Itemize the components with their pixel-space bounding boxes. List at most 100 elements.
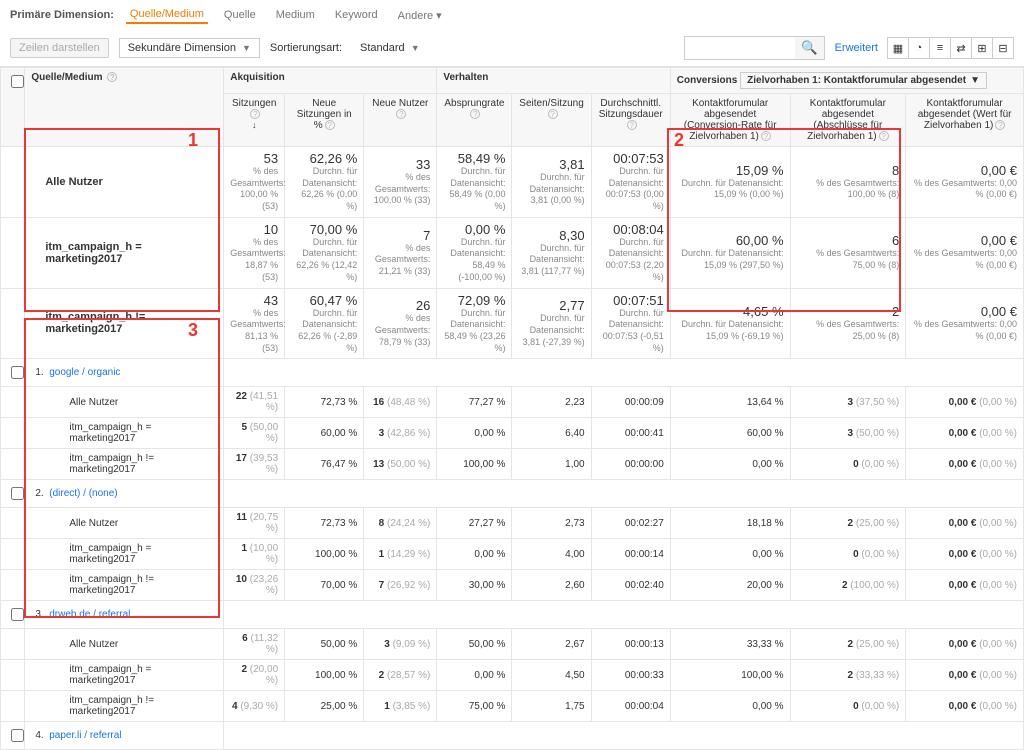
sort-select[interactable]: Standard▼ <box>352 39 428 57</box>
chevron-down-icon: ▼ <box>411 43 420 53</box>
segment-data-row: itm_campaign_h != marketing2017 4 (9,30 … <box>1 691 1024 722</box>
summary-cell: 2% des Gesamtwerts: 25,00 % (8) <box>790 288 906 359</box>
advanced-link[interactable]: Erweitert <box>835 42 878 54</box>
col-completions[interactable]: Kontaktforumular abgesendet (Abschlüsse … <box>790 94 906 147</box>
dimension-row[interactable]: 3. drweb.de / referral <box>1 601 1024 629</box>
row-checkbox[interactable] <box>11 487 24 500</box>
summary-cell: 72,09 %Durchn. für Datenansicht: 58,49 %… <box>437 288 512 359</box>
summary-cell: 8,30Durchn. für Datenansicht: 3,81 (117,… <box>512 217 591 288</box>
pivot-view-icon[interactable]: ⊞ <box>971 37 993 59</box>
summary-cell: 26% des Gesamtwerts: 78,79 % (33) <box>364 288 437 359</box>
tab-keyword[interactable]: Keyword <box>331 7 382 23</box>
summary-cell: 60,00 %Durchn. für Datenansicht: 15,09 %… <box>670 217 790 288</box>
group-acquisition: Akquisition <box>224 68 437 94</box>
col-bounce[interactable]: Absprungrate? <box>437 94 512 147</box>
segment-label: itm_campaign_h != marketing2017 <box>25 449 224 480</box>
segment-label: Alle Nutzer <box>25 147 224 218</box>
summary-cell: 0,00 €% des Gesamtwerts: 0,00 % (0,00 €) <box>906 217 1024 288</box>
help-icon[interactable]: ? <box>107 72 117 82</box>
segment-label: itm_campaign_h = marketing2017 <box>25 539 224 570</box>
primary-dim-label: Primäre Dimension: <box>10 9 114 21</box>
segment-data-row: itm_campaign_h = marketing2017 5 (50,00 … <box>1 418 1024 449</box>
col-conv-rate[interactable]: Kontaktforumular abgesendet (Conversion-… <box>670 94 790 147</box>
segment-data-row: itm_campaign_h != marketing2017 10 (23,2… <box>1 570 1024 601</box>
pivot2-view-icon[interactable]: ⊟ <box>992 37 1014 59</box>
col-pages-session[interactable]: Seiten/Sitzung? <box>512 94 591 147</box>
view-toggle-group: ▦ ◔ ≡ ⇄ ⊞ ⊟ <box>888 37 1014 59</box>
col-new-users[interactable]: Neue Nutzer? <box>364 94 437 147</box>
segment-data-row: Alle Nutzer 6 (11,32 %)50,00 %3 (9,09 %)… <box>1 629 1024 660</box>
summary-cell: 60,47 %Durchn. für Datenansicht: 62,26 %… <box>285 288 364 359</box>
summary-cell: 7% des Gesamtwerts: 21,21 % (33) <box>364 217 437 288</box>
group-behaviour: Verhalten <box>437 68 670 94</box>
summary-cell: 00:07:53Durchn. für Datenansicht: 00:07:… <box>591 147 670 218</box>
summary-cell: 0,00 %Durchn. für Datenansicht: 58,49 % … <box>437 217 512 288</box>
row-checkbox[interactable] <box>11 729 24 742</box>
col-new-sessions[interactable]: Neue Sitzungen in %? <box>285 94 364 147</box>
report-container: Primäre Dimension: Quelle/Medium Quelle … <box>0 0 1024 750</box>
row-checkbox[interactable] <box>11 366 24 379</box>
segment-data-row: itm_campaign_h != marketing2017 17 (39,5… <box>1 449 1024 480</box>
comparison-view-icon[interactable]: ⇄ <box>950 37 972 59</box>
performance-view-icon[interactable]: ≡ <box>929 37 951 59</box>
col-avg-duration[interactable]: Durchschnittl. Sitzungsdauer? <box>591 94 670 147</box>
segment-data-row: itm_campaign_h = marketing2017 2 (20,00 … <box>1 660 1024 691</box>
chevron-down-icon: ▼ <box>970 75 980 86</box>
summary-row: itm_campaign_h = marketing2017 10% des G… <box>1 217 1024 288</box>
goal-select[interactable]: Zielvorhaben 1: Kontaktforumular abgesen… <box>740 72 987 89</box>
summary-cell: 58,49 %Durchn. für Datenansicht: 58,49 %… <box>437 147 512 218</box>
summary-row: itm_campaign_h != marketing2017 43% des … <box>1 288 1024 359</box>
percentage-view-icon[interactable]: ◔ <box>908 37 930 59</box>
row-checkbox[interactable] <box>11 608 24 621</box>
dimension-link[interactable]: (direct) / (none) <box>49 488 117 499</box>
summary-cell: 00:08:04Durchn. für Datenansicht: 00:07:… <box>591 217 670 288</box>
segment-label: itm_campaign_h = marketing2017 <box>25 660 224 691</box>
tab-quelle[interactable]: Quelle <box>220 7 260 23</box>
select-all-checkbox[interactable] <box>1 68 25 147</box>
segment-label: itm_campaign_h != marketing2017 <box>25 691 224 722</box>
sort-label: Sortierungsart: <box>270 42 342 54</box>
summary-cell: 43% des Gesamtwerts: 81,13 % (53) <box>224 288 285 359</box>
search-icon[interactable]: 🔍 <box>795 37 824 59</box>
dimension-row[interactable]: 1. google / organic <box>1 359 1024 387</box>
summary-cell: 15,09 %Durchn. für Datenansicht: 15,09 %… <box>670 147 790 218</box>
dimension-row[interactable]: 2. (direct) / (none) <box>1 480 1024 508</box>
summary-cell: 53% des Gesamtwerts: 100,00 % (53) <box>224 147 285 218</box>
summary-cell: 6% des Gesamtwerts: 75,00 % (8) <box>790 217 906 288</box>
summary-cell: 10% des Gesamtwerts: 18,87 % (53) <box>224 217 285 288</box>
summary-cell: 4,65 %Durchn. für Datenansicht: 15,09 % … <box>670 288 790 359</box>
dimension-link[interactable]: drweb.de / referral <box>49 609 130 620</box>
segment-label: Alle Nutzer <box>25 508 224 539</box>
segment-label: itm_campaign_h != marketing2017 <box>25 288 224 359</box>
header-source-medium[interactable]: Quelle/Medium ? <box>25 68 224 147</box>
dimension-link[interactable]: paper.li / referral <box>49 730 121 741</box>
tab-medium[interactable]: Medium <box>272 7 319 23</box>
sort-desc-icon: ↓ <box>252 120 257 130</box>
segment-data-row: Alle Nutzer 22 (41,51 %)72,73 %16 (48,48… <box>1 387 1024 418</box>
search-field[interactable] <box>685 37 795 59</box>
group-conversions: Conversions Zielvorhaben 1: Kontaktforum… <box>670 68 1023 94</box>
tab-andere[interactable]: Andere ▾ <box>394 7 446 24</box>
segment-label: itm_campaign_h != marketing2017 <box>25 570 224 601</box>
controls-bar: Zeilen darstellen Sekundäre Dimension▼ S… <box>0 30 1024 67</box>
dimension-row[interactable]: 4. paper.li / referral <box>1 722 1024 750</box>
segment-label: Alle Nutzer <box>25 629 224 660</box>
col-sessions[interactable]: Sitzungen?↓ <box>224 94 285 147</box>
search-input[interactable]: 🔍 <box>684 36 825 60</box>
summary-cell: 0,00 €% des Gesamtwerts: 0,00 % (0,00 €) <box>906 288 1024 359</box>
segment-data-row: itm_campaign_h = marketing2017 1 (10,00 … <box>1 539 1024 570</box>
col-goal-value[interactable]: Kontaktforumular abgesendet (Wert für Zi… <box>906 94 1024 147</box>
summary-cell: 00:07:51Durchn. für Datenansicht: 00:07:… <box>591 288 670 359</box>
table-view-icon[interactable]: ▦ <box>887 37 909 59</box>
tab-quelle-medium[interactable]: Quelle/Medium <box>126 6 208 24</box>
dimension-link[interactable]: google / organic <box>49 367 120 378</box>
summary-cell: 3,81Durchn. für Datenansicht: 3,81 (0,00… <box>512 147 591 218</box>
summary-cell: 2,77Durchn. für Datenansicht: 3,81 (-27,… <box>512 288 591 359</box>
primary-dimension-bar: Primäre Dimension: Quelle/Medium Quelle … <box>0 0 1024 30</box>
secondary-dimension-select[interactable]: Sekundäre Dimension▼ <box>119 38 260 58</box>
plot-rows-button[interactable]: Zeilen darstellen <box>10 38 109 58</box>
chevron-down-icon: ▼ <box>242 43 251 53</box>
summary-row: Alle Nutzer 53% des Gesamtwerts: 100,00 … <box>1 147 1024 218</box>
segment-label: Alle Nutzer <box>25 387 224 418</box>
summary-cell: 0,00 €% des Gesamtwerts: 0,00 % (0,00 €) <box>906 147 1024 218</box>
